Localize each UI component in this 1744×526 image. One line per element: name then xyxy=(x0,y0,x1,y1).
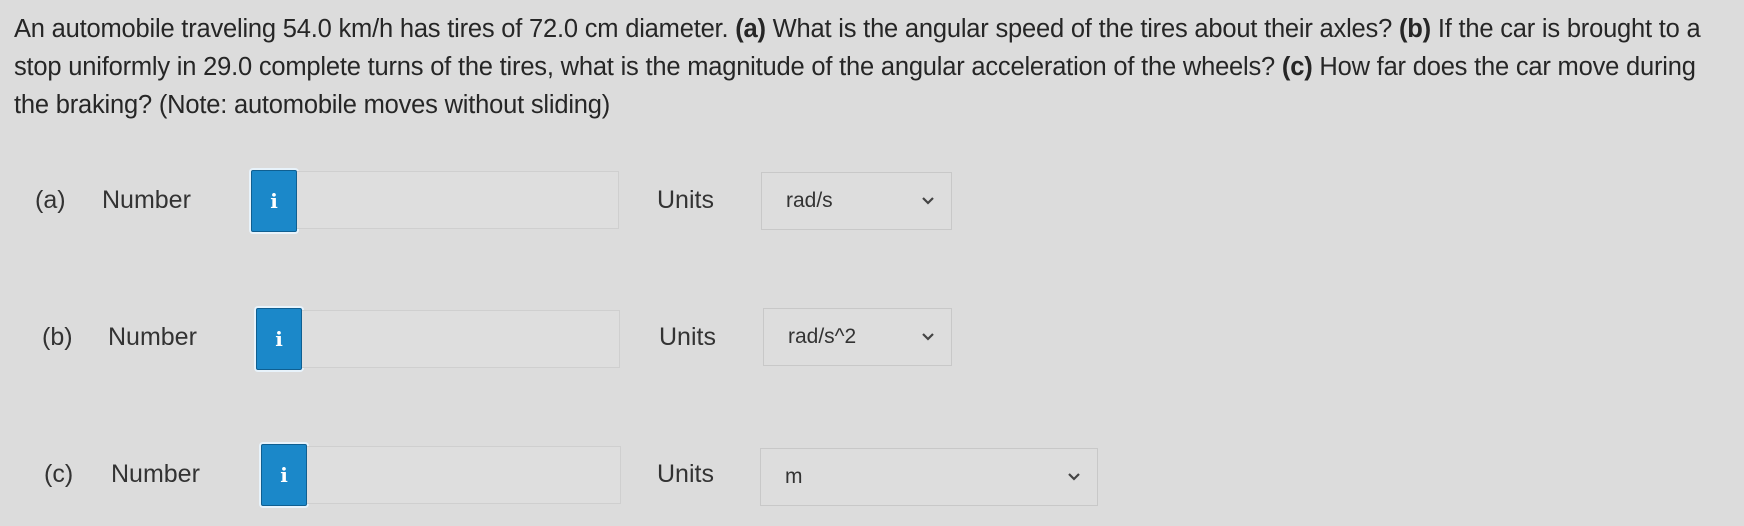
units-selected-value: m xyxy=(785,465,803,488)
info-icon: i xyxy=(275,327,283,351)
info-button[interactable]: i xyxy=(261,444,307,506)
part-a-tag: (a) xyxy=(735,15,766,43)
part-b-tag: (b) xyxy=(1398,15,1431,43)
part-a-question: What is the angular speed of the tires a… xyxy=(765,15,1399,43)
part-label: (a) xyxy=(35,186,66,214)
number-label: Number xyxy=(108,323,197,351)
part-label: (b) xyxy=(42,323,73,351)
part-c-tag: (c) xyxy=(1281,53,1313,81)
question-text: An automobile traveling 54.0 km/h has ti… xyxy=(14,10,1729,124)
number-input[interactable] xyxy=(302,310,620,368)
units-dropdown[interactable]: m xyxy=(760,448,1098,506)
number-input[interactable] xyxy=(307,446,621,504)
units-selected-value: rad/s xyxy=(786,189,833,212)
info-button[interactable]: i xyxy=(256,308,302,370)
info-icon: i xyxy=(270,189,278,213)
units-label: Units xyxy=(657,460,714,488)
info-icon: i xyxy=(280,463,288,487)
number-input[interactable] xyxy=(297,171,619,229)
part-label: (c) xyxy=(44,460,74,488)
question-intro: An automobile traveling 54.0 km/h has ti… xyxy=(14,15,736,43)
answer-row-a: (a) Number i Units rad/s xyxy=(0,168,1744,238)
answer-row-c: (c) Number i Units m xyxy=(0,442,1744,512)
chevron-down-icon xyxy=(919,192,937,210)
number-label: Number xyxy=(111,460,200,488)
chevron-down-icon xyxy=(919,328,937,346)
units-label: Units xyxy=(657,186,714,214)
units-label: Units xyxy=(659,323,716,351)
units-dropdown[interactable]: rad/s^2 xyxy=(763,308,952,366)
info-button[interactable]: i xyxy=(251,170,297,232)
units-selected-value: rad/s^2 xyxy=(788,325,857,348)
chevron-down-icon xyxy=(1065,468,1083,486)
number-label: Number xyxy=(102,186,191,214)
answer-row-b: (b) Number i Units rad/s^2 xyxy=(0,305,1744,375)
units-dropdown[interactable]: rad/s xyxy=(761,172,952,230)
